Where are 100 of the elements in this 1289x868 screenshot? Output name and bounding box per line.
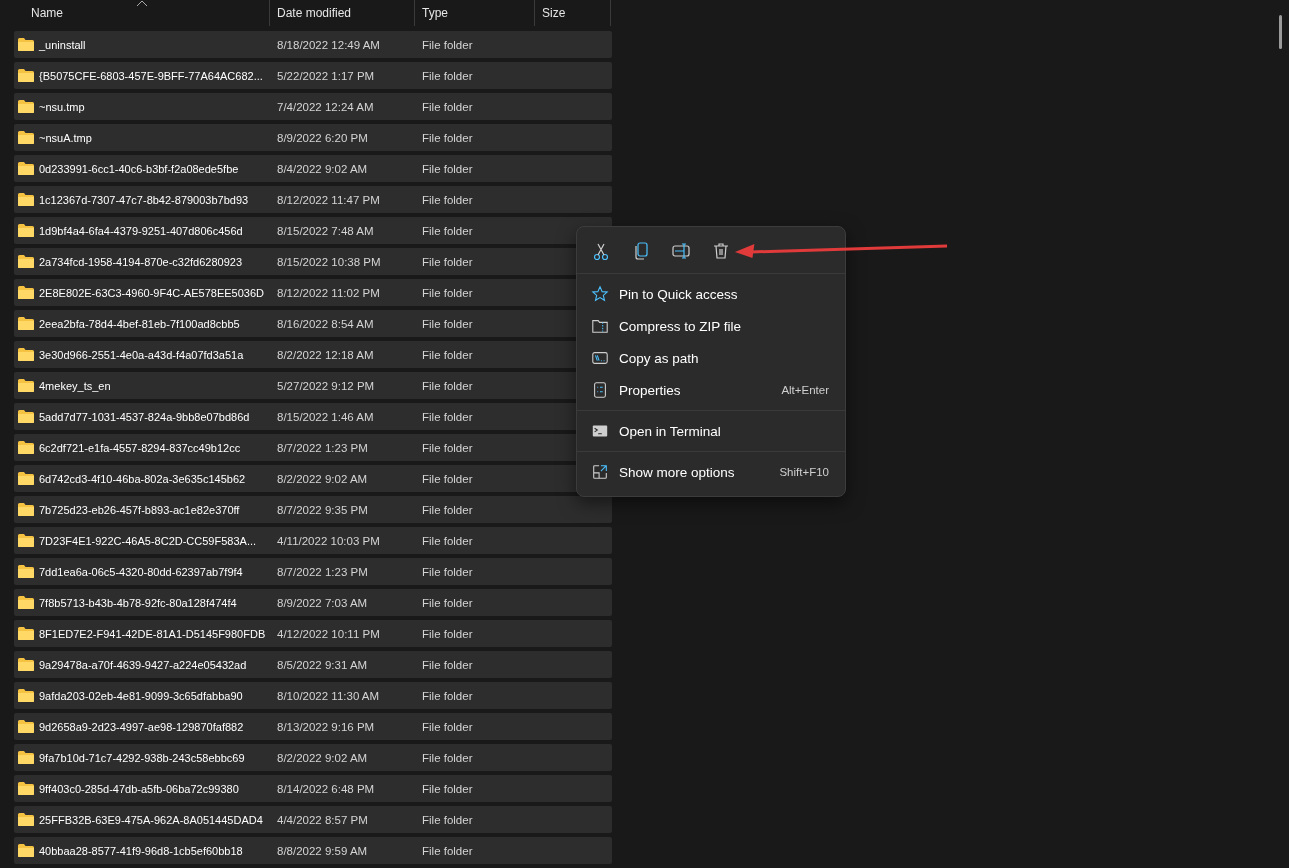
- file-name: ~nsu.tmp: [39, 100, 85, 113]
- file-name: 8F1ED7E2-F941-42DE-81A1-D5145F980FDB: [39, 627, 266, 640]
- file-row[interactable]: 9a29478a-a70f-4639-9427-a224e05432ad 8/5/2022 9:31 AM File folder: [14, 651, 612, 678]
- file-name: 7f8b5713-b43b-4b78-92fc-80a128f474f4: [39, 596, 237, 609]
- file-type: File folder: [421, 224, 474, 237]
- file-row[interactable]: {B5075CFE-6803-457E-9BFF-77A64AC682... 5/22/2022 1:17 PM File folder: [14, 62, 612, 89]
- file-name: {B5075CFE-6803-457E-9BFF-77A64AC682...: [39, 69, 263, 82]
- folder-icon: [17, 626, 35, 641]
- menu-item-label: Pin to Quick access: [619, 286, 739, 302]
- folder-icon: [17, 285, 35, 300]
- file-type: File folder: [421, 286, 474, 299]
- file-type: File folder: [421, 38, 474, 51]
- file-name: 1d9bf4a4-6fa4-4379-9251-407d806c456d: [39, 224, 243, 237]
- file-name: 9afda203-02eb-4e81-9099-3c65dfabba90: [39, 689, 243, 702]
- file-row[interactable]: 7D23F4E1-922C-46A5-8C2D-CC59F583A... 4/11/2022 10:03 PM File folder: [14, 527, 612, 554]
- folder-icon: [17, 564, 35, 579]
- file-type: File folder: [421, 255, 474, 268]
- zip-folder-icon: [591, 317, 609, 335]
- folder-icon: [17, 99, 35, 114]
- star-icon: [591, 285, 609, 303]
- file-name: 2a734fcd-1958-4194-870e-c32fd6280923: [39, 255, 243, 268]
- file-row[interactable]: 7f8b5713-b43b-4b78-92fc-80a128f474f4 8/9/2022 7:03 AM File folder: [14, 589, 612, 616]
- menu-item-label: Properties: [619, 382, 682, 398]
- date-modified: 8/9/2022 7:03 AM: [276, 596, 369, 609]
- date-modified: 8/16/2022 8:54 AM: [276, 317, 375, 330]
- folder-icon: [17, 254, 35, 269]
- file-row[interactable]: 1d9bf4a4-6fa4-4379-9251-407d806c456d 8/15/2022 7:48 AM File folder: [14, 217, 612, 244]
- folder-icon: [17, 347, 35, 362]
- date-modified: 7/4/2022 12:24 AM: [276, 100, 375, 113]
- folder-icon: [17, 471, 35, 486]
- file-name: 9fa7b10d-71c7-4292-938b-243c58ebbc69: [39, 751, 245, 764]
- path-icon: [591, 349, 609, 367]
- column-header[interactable]: Type: [422, 6, 448, 20]
- file-type: File folder: [421, 100, 474, 113]
- file-row[interactable]: ~nsuA.tmp 8/9/2022 6:20 PM File folder: [14, 124, 612, 151]
- properties-icon: [591, 381, 609, 399]
- date-modified: 8/7/2022 9:35 PM: [276, 503, 369, 516]
- file-type: File folder: [421, 162, 474, 175]
- folder-icon: [17, 533, 35, 548]
- file-name: _uninstall: [39, 38, 86, 51]
- file-row[interactable]: 9afda203-02eb-4e81-9099-3c65dfabba90 8/10/2022 11:30 AM File folder: [14, 682, 612, 709]
- folder-icon: [17, 843, 35, 858]
- file-type: File folder: [421, 782, 474, 795]
- folder-icon: [17, 161, 35, 176]
- file-type: File folder: [421, 596, 474, 609]
- column-header[interactable]: Name: [31, 6, 63, 20]
- date-modified: 8/4/2022 9:02 AM: [276, 162, 369, 175]
- file-name: 0d233991-6cc1-40c6-b3bf-f2a08ede5fbe: [39, 162, 239, 175]
- date-modified: 8/7/2022 1:23 PM: [276, 441, 369, 454]
- file-name: 7D23F4E1-922C-46A5-8C2D-CC59F583A...: [39, 534, 257, 547]
- date-modified: 8/15/2022 1:46 AM: [276, 410, 375, 423]
- scrollbar-thumb[interactable]: [1279, 15, 1282, 49]
- file-type: File folder: [421, 534, 474, 547]
- file-row[interactable]: 7dd1ea6a-06c5-4320-80dd-62397ab7f9f4 8/7/2022 1:23 PM File folder: [14, 558, 612, 585]
- file-type: File folder: [421, 689, 474, 702]
- file-name: 40bbaa28-8577-41f9-96d8-1cb5ef60bb18: [39, 844, 243, 857]
- menu-item-label: Copy as path: [619, 350, 700, 366]
- file-name: ~nsuA.tmp: [39, 131, 92, 144]
- date-modified: 8/2/2022 9:02 AM: [276, 751, 369, 764]
- folder-icon: [17, 192, 35, 207]
- file-row[interactable]: 9d2658a9-2d23-4997-ae98-129870faf882 8/13/2022 9:16 PM File folder: [14, 713, 612, 740]
- date-modified: 5/22/2022 1:17 PM: [276, 69, 376, 82]
- folder-icon: [17, 688, 35, 703]
- file-row[interactable]: _uninstall 8/18/2022 12:49 AM File folder: [14, 31, 612, 58]
- date-modified: 4/11/2022 10:03 PM: [276, 534, 381, 547]
- file-row[interactable]: 9ff403c0-285d-47db-a5fb-06ba72c99380 8/14/2022 6:48 PM File folder: [14, 775, 612, 802]
- file-type: File folder: [421, 658, 474, 671]
- column-header[interactable]: Date modified: [277, 6, 352, 20]
- date-modified: 8/15/2022 7:48 AM: [276, 224, 375, 237]
- date-modified: 8/9/2022 6:20 PM: [276, 131, 369, 144]
- date-modified: 8/13/2022 9:16 PM: [276, 720, 376, 733]
- file-row[interactable]: 7b725d23-eb26-457f-b893-ac1e82e370ff 8/7/2022 9:35 PM File folder: [14, 496, 612, 523]
- date-modified: 4/4/2022 8:57 PM: [276, 813, 369, 826]
- folder-icon: [17, 409, 35, 424]
- date-modified: 8/8/2022 9:59 AM: [276, 844, 369, 857]
- file-name: 9d2658a9-2d23-4997-ae98-129870faf882: [39, 720, 244, 733]
- file-row[interactable]: ~nsu.tmp 7/4/2022 12:24 AM File folder: [14, 93, 612, 120]
- file-row[interactable]: 25FFB32B-63E9-475A-962A-8A051445DAD4 4/4/2022 8:57 PM File folder: [14, 806, 612, 833]
- folder-icon: [17, 130, 35, 145]
- date-modified: 8/10/2022 11:30 AM: [276, 689, 381, 702]
- file-row[interactable]: 9fa7b10d-71c7-4292-938b-243c58ebbc69 8/2/2022 9:02 AM File folder: [14, 744, 612, 771]
- date-modified: 8/12/2022 11:02 PM: [276, 286, 381, 299]
- file-name: 1c12367d-7307-47c7-8b42-879003b7bd93: [39, 193, 249, 206]
- folder-icon: [17, 378, 35, 393]
- folder-icon: [17, 316, 35, 331]
- expand-icon: [591, 463, 609, 481]
- file-type: File folder: [421, 844, 474, 857]
- file-row[interactable]: 1c12367d-7307-47c7-8b42-879003b7bd93 8/12/2022 11:47 PM File folder: [14, 186, 612, 213]
- date-modified: 8/12/2022 11:47 PM: [276, 193, 381, 206]
- column-header[interactable]: Size: [542, 6, 566, 20]
- file-row[interactable]: 0d233991-6cc1-40c6-b3bf-f2a08ede5fbe 8/4/2022 9:02 AM File folder: [14, 155, 612, 182]
- file-name: 6d742cd3-4f10-46ba-802a-3e635c145b62: [39, 472, 246, 485]
- date-modified: 8/2/2022 9:02 AM: [276, 472, 369, 485]
- file-type: File folder: [421, 441, 474, 454]
- folder-icon: [17, 812, 35, 827]
- file-type: File folder: [421, 720, 474, 733]
- file-row[interactable]: 8F1ED7E2-F941-42DE-81A1-D5145F980FDB 4/12/2022 10:11 PM File folder: [14, 620, 612, 647]
- folder-icon: [17, 657, 35, 672]
- file-row[interactable]: 40bbaa28-8577-41f9-96d8-1cb5ef60bb18 8/8/2022 9:59 AM File folder: [14, 837, 612, 864]
- date-modified: 8/18/2022 12:49 AM: [276, 38, 381, 51]
